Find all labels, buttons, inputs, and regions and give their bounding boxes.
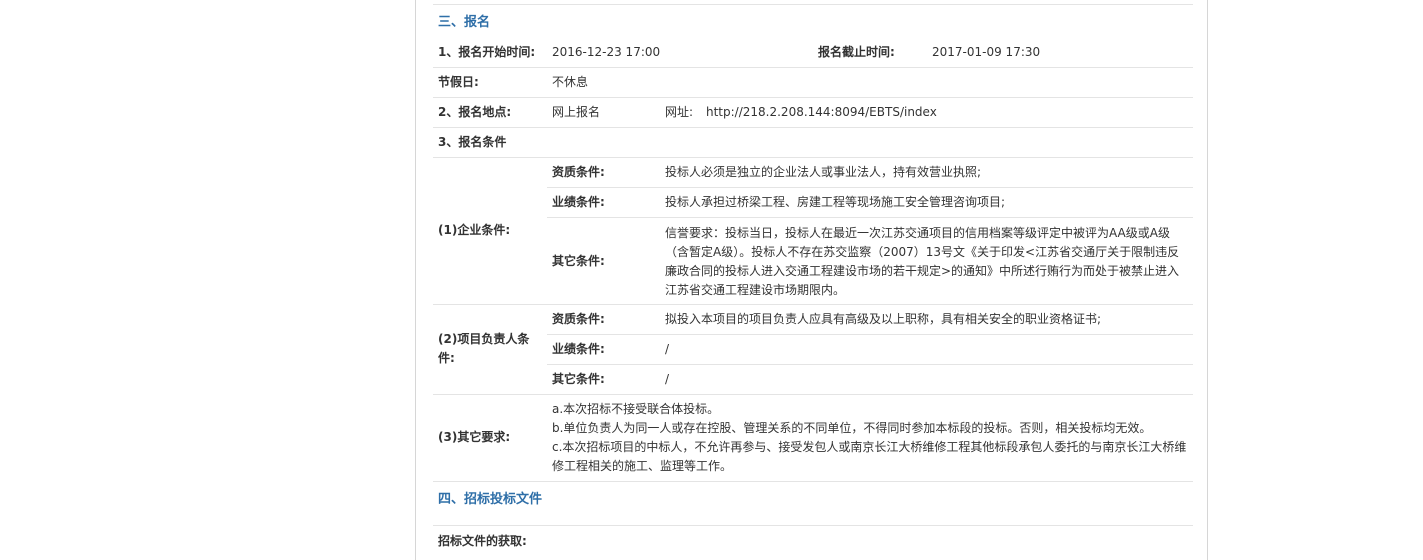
qual-label: 资质条件: <box>552 312 605 326</box>
enterprise-conditions-block: (1)企业条件: 资质条件: 投标人必须是独立的企业法人或事业法人，持有效营业执… <box>433 158 1193 305</box>
end-time-label: 报名截止时间: <box>818 45 895 59</box>
other-label: 其它条件: <box>552 372 605 386</box>
perf-value: / <box>665 342 670 356</box>
place-value: 网上报名 <box>552 105 601 119</box>
holiday-value: 不休息 <box>552 75 589 89</box>
holiday-label: 节假日: <box>438 75 479 89</box>
perf-label: 业绩条件: <box>552 195 605 209</box>
other-req-line-b: b.单位负责人为同一人或存在控股、管理关系的不同单位，不得同时参加本标段的投标。… <box>552 421 1152 435</box>
enterprise-other-row: 其它条件: 信誉要求：投标当日，投标人在最近一次江苏交通项目的信用档案等级评定中… <box>547 218 1193 305</box>
manager-perf-row: 业绩条件: / <box>547 335 1193 365</box>
end-time-value: 2017-01-09 17:30 <box>932 45 1041 59</box>
holiday-row: 节假日: 不休息 <box>433 68 1193 98</box>
registration-time-row: 1、报名开始时间: 2016-12-23 17:00 报名截止时间: 2017-… <box>433 37 1193 68</box>
other-req-label: (3)其它要求: <box>438 430 511 444</box>
section-title: 三、报名 <box>438 15 491 30</box>
other-req-line-c: c.本次招标项目的中标人，不允许再参与、接受发包人或南京长江大桥维修工程其他标段… <box>552 440 1187 473</box>
manager-label: (2)项目负责人条件: <box>438 332 530 365</box>
qual-label: 资质条件: <box>552 165 605 179</box>
place-label: 2、报名地点: <box>438 105 512 119</box>
manager-qual-row: 资质条件: 拟投入本项目的项目负责人应具有高级及以上职称，具有相关安全的职业资格… <box>547 305 1193 335</box>
url-label: 网址: <box>665 105 694 119</box>
other-value: 信誉要求：投标当日，投标人在最近一次江苏交通项目的信用档案等级评定中被评为AA级… <box>665 226 1180 297</box>
enterprise-qual-row: 资质条件: 投标人必须是独立的企业法人或事业法人，持有效营业执照; <box>547 158 1193 188</box>
other-req-text: a.本次招标不接受联合体投标。 b.单位负责人为同一人或存在控股、管理关系的不同… <box>552 400 1188 476</box>
other-requirements-block: (3)其它要求: a.本次招标不接受联合体投标。 b.单位负责人为同一人或存在控… <box>433 395 1193 482</box>
registration-place-row: 2、报名地点: 网上报名 网址: http://218.2.208.144:80… <box>433 98 1193 128</box>
conditions-heading-row: 3、报名条件 <box>433 128 1193 158</box>
enterprise-label: (1)企业条件: <box>438 223 511 237</box>
other-value: / <box>665 372 670 386</box>
start-time-label: 1、报名开始时间: <box>438 45 536 59</box>
section-title: 四、招标投标文件 <box>438 492 543 507</box>
start-time-value: 2016-12-23 17:00 <box>552 45 661 59</box>
qual-value: 投标人必须是独立的企业法人或事业法人，持有效营业执照; <box>665 165 982 179</box>
registration-url[interactable]: http://218.2.208.144:8094/EBTS/index <box>706 103 937 122</box>
manager-conditions-block: (2)项目负责人条件: 资质条件: 拟投入本项目的项目负责人应具有高级及以上职称… <box>433 305 1193 395</box>
section-title-row: 四、招标投标文件 <box>433 482 1193 526</box>
enterprise-perf-row: 业绩条件: 投标人承担过桥梁工程、房建工程等现场施工安全管理咨询项目; <box>547 188 1193 218</box>
conditions-label: 3、报名条件 <box>438 135 507 149</box>
manager-other-row: 其它条件: / <box>547 365 1193 395</box>
doc-acquisition-row: 招标文件的获取: <box>433 526 1193 556</box>
other-label: 其它条件: <box>552 254 605 268</box>
other-req-line-a: a.本次招标不接受联合体投标。 <box>552 402 720 416</box>
document-frame: 三、报名 1、报名开始时间: 2016-12-23 17:00 报名截止时间: … <box>415 0 1208 560</box>
doc-acquisition-label: 招标文件的获取: <box>438 534 527 548</box>
perf-label: 业绩条件: <box>552 342 605 356</box>
perf-value: 投标人承担过桥梁工程、房建工程等现场施工安全管理咨询项目; <box>665 195 1006 209</box>
qual-value: 拟投入本项目的项目负责人应具有高级及以上职称，具有相关安全的职业资格证书; <box>665 312 1102 326</box>
section-title-row: 三、报名 <box>433 5 1193 35</box>
